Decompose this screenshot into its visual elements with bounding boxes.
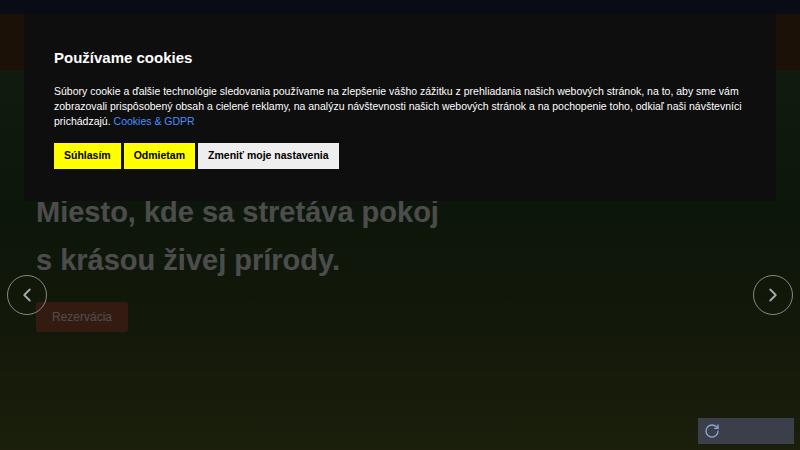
page: Miesto, kde sa stretáva pokojs krásou ži… [0, 0, 800, 450]
cookie-buttons: SúhlasímOdmietamZmeniť moje nastavenia [54, 143, 746, 169]
cookie-button[interactable]: Odmietam [124, 143, 195, 169]
recaptcha-icon [704, 423, 720, 439]
chevron-right-icon [762, 284, 784, 306]
carousel-next[interactable] [753, 275, 793, 315]
carousel-prev[interactable] [7, 275, 47, 315]
cookie-button[interactable]: Súhlasím [54, 143, 121, 169]
chevron-left-icon [16, 284, 38, 306]
cookie-button[interactable]: Zmeniť moje nastavenia [198, 143, 339, 169]
cookie-link[interactable]: Cookies & GDPR [114, 115, 195, 127]
cookie-title: Používame cookies [54, 48, 746, 68]
recaptcha-badge[interactable] [698, 418, 794, 444]
cookie-banner: Používame cookies Súbory cookie a ďalšie … [24, 14, 776, 201]
cookie-text: Súbory cookie a ďalšie technológie sledo… [54, 84, 746, 129]
